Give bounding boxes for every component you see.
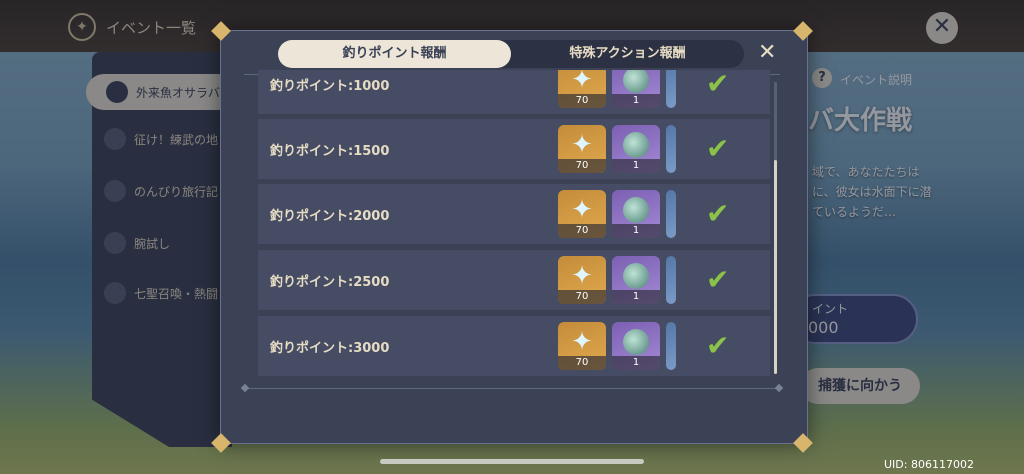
item-count: 1 [612,159,660,173]
bait-item[interactable]: 1 [612,256,660,304]
row-label: 釣りポイント:1000 [270,79,390,94]
primogem-icon: ✦ [571,70,593,95]
partial-item[interactable] [666,125,676,173]
rewards-list[interactable]: 釣りポイント:1000 ✦ 70 1 ✔ 釣りポイント:1500 ✦ 70 1 ✔ … [258,70,770,380]
list-item: 釣りポイント:1000 ✦ 70 1 ✔ [258,70,770,114]
row-label: 釣りポイント:3000 [270,341,390,356]
primogem-icon: ✦ [571,327,593,357]
bait-item[interactable]: 1 [612,70,660,108]
item-count: 1 [612,356,660,370]
item-count: 70 [558,224,606,238]
checkmark-icon: ✔ [706,70,730,100]
primogem-icon: ✦ [571,261,593,291]
primogem-item[interactable]: ✦ 70 [558,190,606,238]
bait-icon [623,70,649,93]
home-indicator [380,459,644,464]
item-count: 1 [612,224,660,238]
checkmark-icon: ✔ [706,132,730,165]
checkmark-icon: ✔ [706,263,730,296]
scrollbar-thumb[interactable] [774,160,777,374]
tab-special-action[interactable]: 特殊アクション報酬 [511,40,744,68]
primogem-item[interactable]: ✦ 70 [558,256,606,304]
tab-fishing-points[interactable]: 釣りポイント報酬 [278,40,511,68]
primogem-icon: ✦ [571,130,593,160]
bait-icon [623,329,649,355]
list-item: 釣りポイント:1500 ✦ 70 1 ✔ [258,119,770,179]
primogem-icon: ✦ [571,195,593,225]
close-x-icon[interactable]: ✕ [758,40,776,66]
bait-item[interactable]: 1 [612,190,660,238]
item-count: 70 [558,290,606,304]
list-item: 釣りポイント:3000 ✦ 70 1 ✔ [258,316,770,376]
item-count: 1 [612,290,660,304]
item-count: 70 [558,356,606,370]
divider [244,388,780,389]
bait-item[interactable]: 1 [612,322,660,370]
checkmark-icon: ✔ [706,329,730,362]
primogem-item[interactable]: ✦ 70 [558,322,606,370]
bait-icon [623,197,649,223]
row-label: 釣りポイント:2000 [270,209,390,224]
primogem-item[interactable]: ✦ 70 [558,125,606,173]
checkmark-icon: ✔ [706,197,730,230]
partial-item[interactable] [666,190,676,238]
row-label: 釣りポイント:2500 [270,275,390,290]
primogem-item[interactable]: ✦ 70 [558,70,606,108]
reward-tabs: 釣りポイント報酬 特殊アクション報酬 [278,40,744,68]
partial-item[interactable] [666,256,676,304]
uid-label: UID: 806117002 [884,458,974,471]
partial-item[interactable] [666,70,676,108]
item-count: 70 [558,94,606,108]
item-count: 70 [558,159,606,173]
bait-icon [623,263,649,289]
row-label: 釣りポイント:1500 [270,144,390,159]
bait-item[interactable]: 1 [612,125,660,173]
list-item: 釣りポイント:2000 ✦ 70 1 ✔ [258,184,770,244]
bait-icon [623,132,649,158]
list-item: 釣りポイント:2500 ✦ 70 1 ✔ [258,250,770,310]
partial-item[interactable] [666,322,676,370]
item-count: 1 [612,94,660,108]
